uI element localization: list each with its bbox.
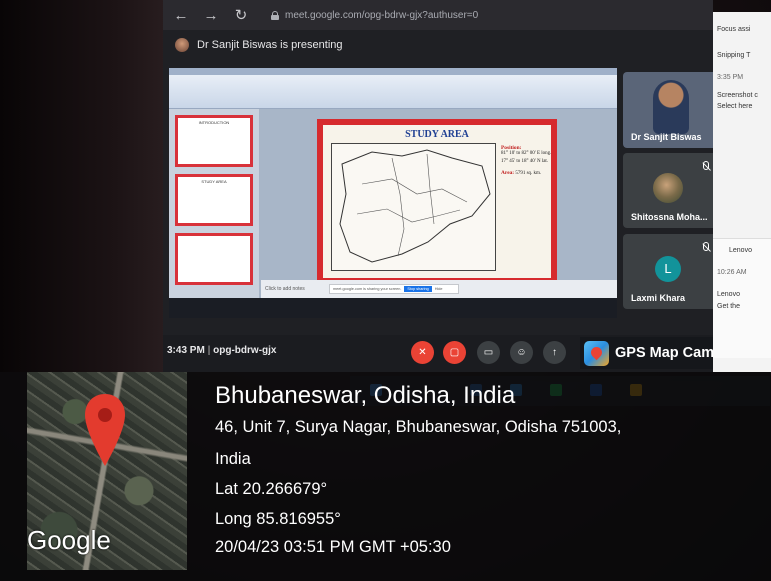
shared-screen: INTRODUCTION STUDY AREA STUDY AREA Posit… [169, 68, 617, 318]
address-line: India [215, 450, 251, 468]
location-map-thumbnail: Google [27, 372, 187, 570]
meet-stage: Dr Sanjit Biswas is presenting INTRODUCT… [163, 30, 718, 370]
notification-text: Select here [717, 103, 753, 110]
participant-video [653, 80, 689, 134]
lock-icon [271, 10, 279, 20]
longitude-text: Long 85.816955° [215, 510, 341, 528]
shared-taskbar [169, 298, 617, 318]
slide-thumbnail[interactable]: INTRODUCTION [175, 115, 253, 167]
meeting-time: 3:43 PM [167, 345, 205, 356]
gps-map-camera-icon [584, 340, 609, 366]
slide-canvas: STUDY AREA Position: 81° 10' to 82° 00' … [317, 119, 557, 284]
emoji-icon[interactable]: ☺ [510, 341, 533, 364]
notification-text: Get the [717, 303, 740, 310]
participant-name: Laxmi Khara [631, 293, 686, 303]
participant-tile[interactable]: Shitossna Moha... [623, 153, 718, 228]
focus-assist-item[interactable]: Focus assi [717, 26, 750, 33]
powerpoint-titlebar [169, 68, 617, 75]
presenting-text: Dr Sanjit Biswas is presenting [197, 39, 343, 51]
area-label: Area: [501, 170, 515, 176]
powerpoint-workspace: INTRODUCTION STUDY AREA STUDY AREA Posit… [169, 109, 617, 298]
map-pin-icon [85, 394, 125, 466]
url-text: meet.google.com/opg-bdrw-gjx?authuser=0 [285, 9, 479, 21]
slide-thumbnail[interactable] [175, 233, 253, 285]
notification-text: Screenshot c [717, 92, 758, 99]
address-bar[interactable]: meet.google.com/opg-bdrw-gjx?authuser=0 [271, 10, 478, 21]
latitude-text: Lat 20.266679° [215, 480, 328, 498]
notification-time: 3:35 PM [717, 74, 744, 81]
notification-text: Lenovo [717, 291, 740, 298]
sharing-toast: meet.google.com is sharing your screen. … [329, 284, 459, 294]
present-icon[interactable]: ↑ [543, 341, 566, 364]
map-outline [339, 149, 491, 263]
sharing-toast-text: meet.google.com is sharing your screen. [333, 287, 402, 291]
place-title: Bhubaneswar, Odisha, India [215, 382, 516, 409]
slide-notes: Position: 81° 10' to 82° 00' E long. 17°… [501, 145, 571, 176]
notification-app: Lenovo [729, 247, 752, 254]
participant-name: Dr Sanjit Biswas [631, 132, 702, 142]
mic-off-icon[interactable]: ✕ [411, 341, 434, 364]
back-arrow-icon[interactable]: ← [173, 8, 189, 23]
slide-text-column: Position: 81° 10' to 82° 00' E long. 17°… [501, 125, 551, 278]
forward-arrow-icon[interactable]: → [203, 8, 219, 23]
presenting-banner: Dr Sanjit Biswas is presenting [175, 38, 343, 52]
thumb-title: STUDY AREA [201, 179, 227, 184]
study-area-map [331, 143, 496, 271]
reload-icon[interactable]: ↻ [233, 8, 249, 23]
hide-button[interactable]: Hide [435, 287, 443, 291]
mic-off-icon [701, 161, 710, 172]
participant-tile[interactable]: L Laxmi Khara [623, 234, 718, 309]
notification-time: 10:26 AM [717, 269, 747, 276]
slide-thumbnail[interactable]: STUDY AREA [175, 174, 253, 226]
meeting-time-and-code: 3:43 PM | opg-bdrw-gjx [167, 345, 277, 356]
dark-background [0, 0, 165, 372]
meeting-code: opg-bdrw-gjx [213, 345, 277, 356]
camera-off-icon[interactable]: ▢ [443, 341, 466, 364]
slide-thumbnail-pane: INTRODUCTION STUDY AREA [169, 109, 259, 298]
participant-avatar [653, 173, 683, 203]
address-line: 46, Unit 7, Surya Nagar, Bhubaneswar, Od… [215, 418, 622, 436]
powerpoint-ribbon [169, 75, 617, 109]
participant-name: Shitossna Moha... [631, 212, 708, 222]
participant-avatar: L [655, 256, 681, 282]
browser-toolbar: ← → ↻ meet.google.com/opg-bdrw-gjx?authu… [163, 0, 713, 30]
presenter-avatar [175, 38, 189, 52]
slide-content: STUDY AREA Position: 81° 10' to 82° 00' … [323, 125, 551, 278]
snipping-tool-item[interactable]: Snipping T [717, 52, 750, 59]
notes-placeholder: Click to add notes [265, 286, 305, 292]
notification-panel: Focus assi Snipping T 3:35 PM Screenshot… [713, 12, 771, 372]
participant-tile[interactable]: Dr Sanjit Biswas [623, 72, 718, 148]
date-time-text: 20/04/23 03:51 PM GMT +05:30 [215, 538, 451, 556]
mic-off-icon [701, 242, 710, 253]
notification-card[interactable]: Lenovo 10:26 AM Lenovo Get the [713, 238, 771, 358]
latitude-text: 17° 45' to 18° 40' N lat. [501, 159, 549, 164]
area-value: 5791 sq. km. [515, 171, 542, 176]
captions-icon[interactable]: ▭ [477, 341, 500, 364]
google-logo: Google [27, 525, 111, 555]
stop-sharing-button[interactable]: Stop sharing [404, 286, 432, 292]
longitude-text: 81° 10' to 82° 00' E long. [501, 151, 552, 156]
